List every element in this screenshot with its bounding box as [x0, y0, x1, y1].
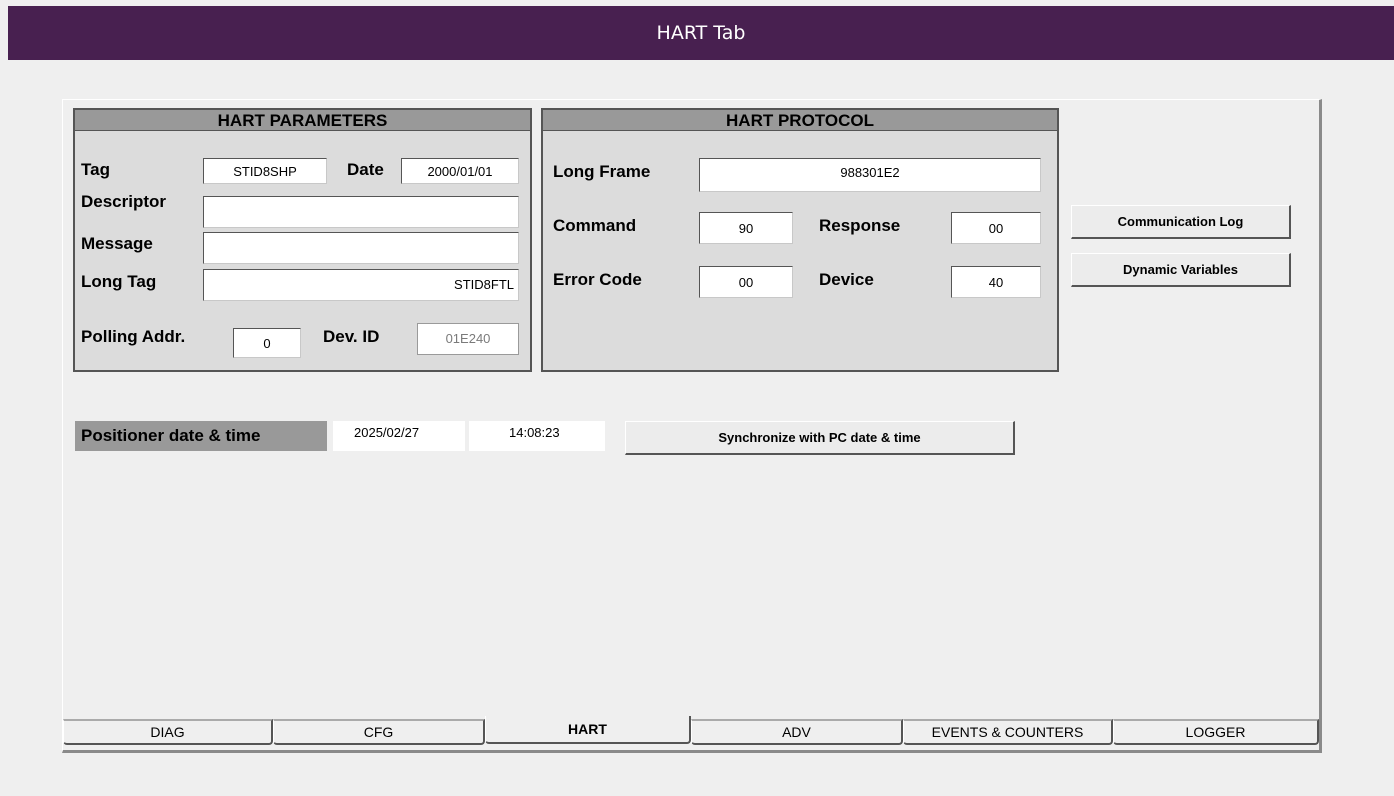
positioner-date-value: 2025/02/27 — [333, 421, 465, 451]
tag-label: Tag — [81, 160, 110, 179]
polling-addr-field[interactable]: 0 — [233, 328, 301, 358]
tab-adv[interactable]: ADV — [691, 719, 903, 745]
tab-events-counters[interactable]: EVENTS & COUNTERS — [903, 719, 1113, 745]
device-label: Device — [819, 270, 874, 289]
polling-addr-label: Polling Addr. — [81, 327, 186, 346]
long-frame-field: 988301E2 — [699, 158, 1041, 192]
positioner-time-value: 14:08:23 — [469, 421, 605, 451]
hart-protocol-title: HART PROTOCOL — [543, 110, 1057, 131]
positioner-datetime-label: Positioner date & time — [75, 421, 327, 451]
tag-field[interactable]: STID8SHP — [203, 158, 327, 184]
long-frame-label: Long Frame — [553, 162, 651, 181]
error-code-label: Error Code — [553, 270, 642, 289]
hart-parameters-group: HART PARAMETERS Tag STID8SHP Date 2000/0… — [73, 108, 532, 372]
tab-bar: DIAG CFG HART ADV EVENTS & COUNTERS LOGG… — [63, 716, 1319, 746]
tab-hart[interactable]: HART — [485, 716, 691, 744]
hart-parameters-title: HART PARAMETERS — [75, 110, 530, 131]
tab-diag[interactable]: DIAG — [63, 719, 273, 745]
communication-log-button[interactable]: Communication Log — [1071, 205, 1291, 239]
message-label: Message — [81, 234, 153, 253]
response-field: 00 — [951, 212, 1041, 244]
sync-datetime-button[interactable]: Synchronize with PC date & time — [625, 421, 1015, 455]
dynamic-variables-button[interactable]: Dynamic Variables — [1071, 253, 1291, 287]
long-tag-label: Long Tag — [81, 272, 157, 291]
date-label: Date — [347, 160, 384, 179]
command-field[interactable]: 90 — [699, 212, 793, 244]
tab-cfg[interactable]: CFG — [273, 719, 485, 745]
command-label: Command — [553, 216, 637, 235]
error-code-field: 00 — [699, 266, 793, 298]
long-tag-field[interactable]: STID8FTL — [203, 269, 519, 301]
dev-id-label: Dev. ID — [323, 327, 380, 346]
descriptor-field[interactable] — [203, 196, 519, 228]
hart-protocol-group: HART PROTOCOL Long Frame 988301E2 Comman… — [541, 108, 1059, 372]
banner-title: HART Tab — [656, 22, 746, 44]
message-field[interactable] — [203, 232, 519, 264]
date-field[interactable]: 2000/01/01 — [401, 158, 519, 184]
descriptor-label: Descriptor — [81, 192, 167, 211]
dev-id-field: 01E240 — [417, 323, 519, 355]
main-panel: HART PARAMETERS Tag STID8SHP Date 2000/0… — [62, 99, 1322, 753]
page-banner: HART Tab — [8, 6, 1394, 60]
tab-logger[interactable]: LOGGER — [1113, 719, 1319, 745]
device-field: 40 — [951, 266, 1041, 298]
response-label: Response — [819, 216, 901, 235]
